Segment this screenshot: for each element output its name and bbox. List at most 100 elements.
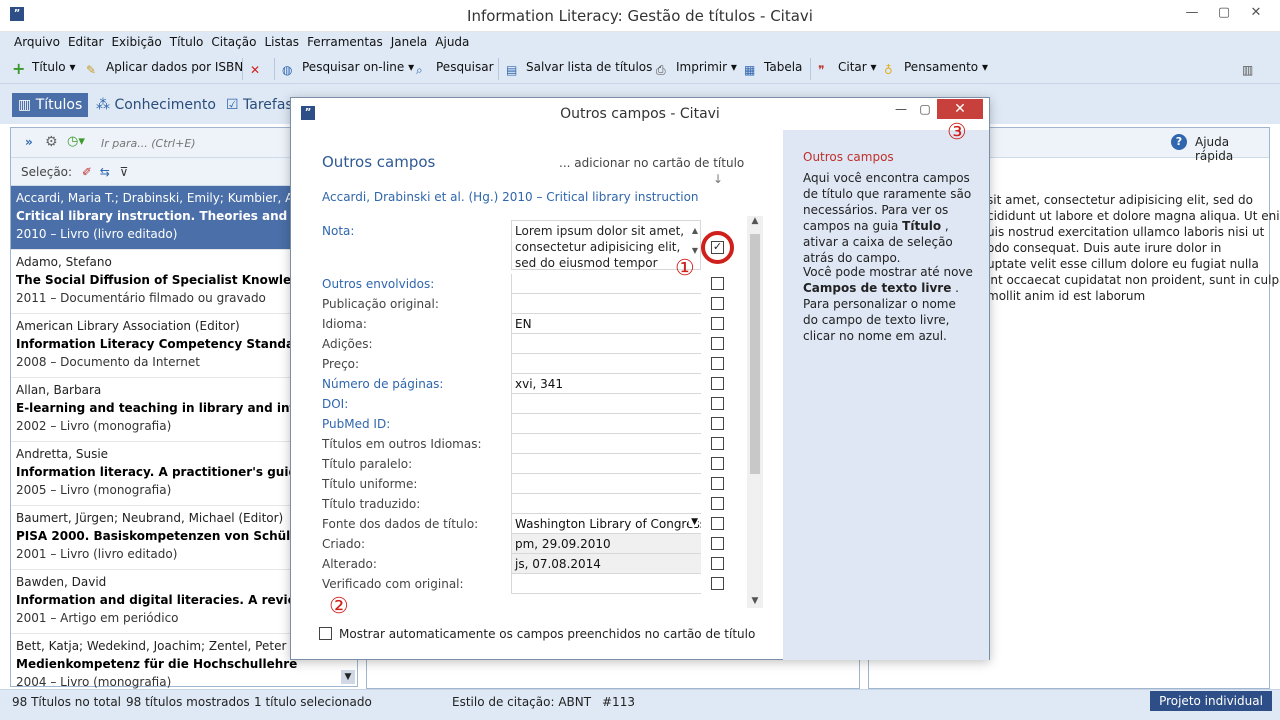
field-show-checkbox[interactable] — [711, 317, 724, 330]
field-label[interactable]: PubMed ID: — [322, 417, 390, 431]
field-label: Título traduzido: — [322, 497, 421, 511]
auto-show-label[interactable]: Mostrar automaticamente os campos preenc… — [339, 627, 755, 641]
search-online-button[interactable]: ◍ Pesquisar on-line ▾ — [282, 60, 414, 79]
goto-input[interactable] — [101, 134, 301, 152]
close-button[interactable]: ✕ — [1242, 3, 1270, 23]
field-input[interactable] — [511, 454, 701, 474]
field-show-checkbox[interactable] — [711, 357, 724, 370]
table-button[interactable]: ▦ Tabela — [744, 60, 802, 79]
dialog-title: Outros campos - Citavi — [560, 106, 720, 122]
delete-x-icon: ✕ — [250, 63, 261, 77]
field-input[interactable] — [511, 274, 701, 294]
other-fields-dialog: ” Outros campos - Citavi — ▢ ✕ Outros ca… — [290, 97, 990, 660]
field-show-checkbox[interactable] — [711, 577, 724, 590]
field-show-checkbox[interactable] — [711, 477, 724, 490]
field-show-checkbox[interactable] — [711, 497, 724, 510]
apply-isbn-button[interactable]: ✎ Aplicar dados por ISBN — [86, 60, 243, 79]
field-input[interactable] — [511, 434, 701, 454]
field-show-checkbox[interactable] — [711, 377, 724, 390]
quick-help-link[interactable]: Ajuda rápida — [1195, 135, 1269, 163]
field-input[interactable]: js, 07.08.2014 — [511, 554, 701, 574]
selection-arrow-icon[interactable]: ⇆ — [100, 165, 110, 179]
menu-ajuda[interactable]: Ajuda — [431, 32, 473, 52]
field-label[interactable]: Outros envolvidos: — [322, 277, 434, 291]
layout-menu-button[interactable]: ▥ — [1242, 60, 1262, 79]
field-input[interactable] — [511, 334, 701, 354]
field-label: Criado: — [322, 537, 366, 551]
field-show-checkbox[interactable] — [711, 457, 724, 470]
field-show-checkbox[interactable] — [711, 557, 724, 570]
scroll-up-arrow[interactable]: ▲ — [747, 216, 763, 226]
field-show-checkbox[interactable] — [711, 277, 724, 290]
expand-icon[interactable]: » — [25, 135, 33, 149]
selection-edit-icon[interactable]: ✐ — [82, 165, 92, 179]
field-input[interactable] — [511, 414, 701, 434]
history-icon[interactable]: ◷▾ — [67, 134, 85, 149]
menu-ferramentas[interactable]: Ferramentas — [303, 32, 387, 52]
field-input[interactable] — [511, 494, 701, 514]
field-show-checkbox[interactable] — [711, 537, 724, 550]
field-show-checkbox[interactable] — [711, 297, 724, 310]
tab-tarefas[interactable]: ☑ Tarefas — [220, 93, 299, 117]
dialog-close-button[interactable]: ✕ — [937, 99, 983, 119]
delete-button[interactable]: ✕ — [250, 60, 270, 79]
dropdown-arrow-icon[interactable]: ▼ — [689, 517, 698, 527]
field-input[interactable] — [511, 574, 701, 594]
fields-scrollbar[interactable]: ▲ ▼ — [747, 216, 763, 608]
filter-icon[interactable]: ⊽ — [120, 165, 129, 179]
reference-link[interactable]: Accardi, Drabinski et al. (Hg.) 2010 – C… — [322, 190, 699, 204]
field-label: Alterado: — [322, 557, 377, 571]
field-input[interactable] — [511, 294, 701, 314]
minimize-button[interactable]: — — [1178, 3, 1206, 23]
field-input[interactable]: Washington Library of Congress ▼ — [511, 514, 701, 534]
scroll-thumb[interactable] — [750, 234, 760, 474]
abstract-line: int occaecat cupidatat non proident, sun… — [987, 273, 1280, 287]
field-show-checkbox[interactable] — [711, 397, 724, 410]
window-titlebar: ” Information Literacy: Gestão de título… — [0, 0, 1280, 32]
abstract-line: cididunt ut labore et dolore magna aliqu… — [987, 209, 1280, 223]
field-input[interactable] — [511, 354, 701, 374]
field-show-checkbox[interactable] — [711, 417, 724, 430]
help-icon[interactable]: ? — [1171, 134, 1187, 150]
menu-exibicao[interactable]: Exibição — [107, 32, 165, 52]
save-list-button[interactable]: ▤ Salvar lista de títulos — [506, 60, 652, 79]
tab-conhecimento[interactable]: ⁂ Conhecimento — [90, 93, 222, 117]
scroll-down-button[interactable]: ▼ — [341, 670, 355, 684]
field-input[interactable]: pm, 29.09.2010 — [511, 534, 701, 554]
field-show-checkbox[interactable] — [711, 517, 724, 530]
dialog-minimize-button[interactable]: — — [889, 99, 913, 119]
field-show-checkbox[interactable] — [711, 337, 724, 350]
search-button[interactable]: ⌕ Pesquisar — [416, 60, 494, 79]
print-button[interactable]: ⎙ Imprimir ▾ — [656, 60, 737, 79]
help-sidebar: ③ Outros campos Aqui você encontra campo… — [783, 120, 989, 660]
field-input[interactable]: EN — [511, 314, 701, 334]
field-label: Idioma: — [322, 317, 367, 331]
menu-arquivo[interactable]: Arquivo — [10, 32, 64, 52]
nota-label[interactable]: Nota: — [322, 224, 354, 238]
menu-janela[interactable]: Janela — [387, 32, 432, 52]
tab-titulos[interactable]: ▥ Títulos — [12, 93, 89, 117]
field-label[interactable]: DOI: — [322, 397, 348, 411]
auto-show-checkbox[interactable] — [319, 627, 332, 640]
abstract-line: mollit anim id est laborum — [987, 289, 1146, 303]
maximize-button[interactable]: ▢ — [1210, 3, 1238, 23]
new-title-button[interactable]: + Título ▾ — [12, 60, 76, 78]
field-label[interactable]: Número de páginas: — [322, 377, 443, 391]
field-input[interactable]: xvi, 341 — [511, 374, 701, 394]
menu-listas[interactable]: Listas — [260, 32, 303, 52]
cite-button[interactable]: ❞ Citar ▾ — [818, 60, 877, 79]
plus-icon: + — [12, 59, 26, 78]
status-citation-style[interactable]: Estilo de citação: ABNT — [452, 695, 591, 709]
menu-citacao[interactable]: Citação — [207, 32, 260, 52]
field-input[interactable] — [511, 474, 701, 494]
thought-button[interactable]: ♁ Pensamento ▾ — [884, 60, 988, 79]
field-show-checkbox[interactable] — [711, 437, 724, 450]
field-input[interactable] — [511, 394, 701, 414]
dialog-maximize-button[interactable]: ▢ — [913, 99, 937, 119]
menu-titulo[interactable]: Título — [166, 32, 208, 52]
scroll-down-arrow[interactable]: ▼ — [747, 596, 763, 606]
nota-scroll-up[interactable]: ▲ — [692, 223, 698, 239]
menu-editar[interactable]: Editar — [64, 32, 108, 52]
gear-icon[interactable]: ⚙ — [45, 134, 58, 150]
nota-textarea[interactable]: Lorem ipsum dolor sit amet, consectetur … — [511, 220, 701, 270]
